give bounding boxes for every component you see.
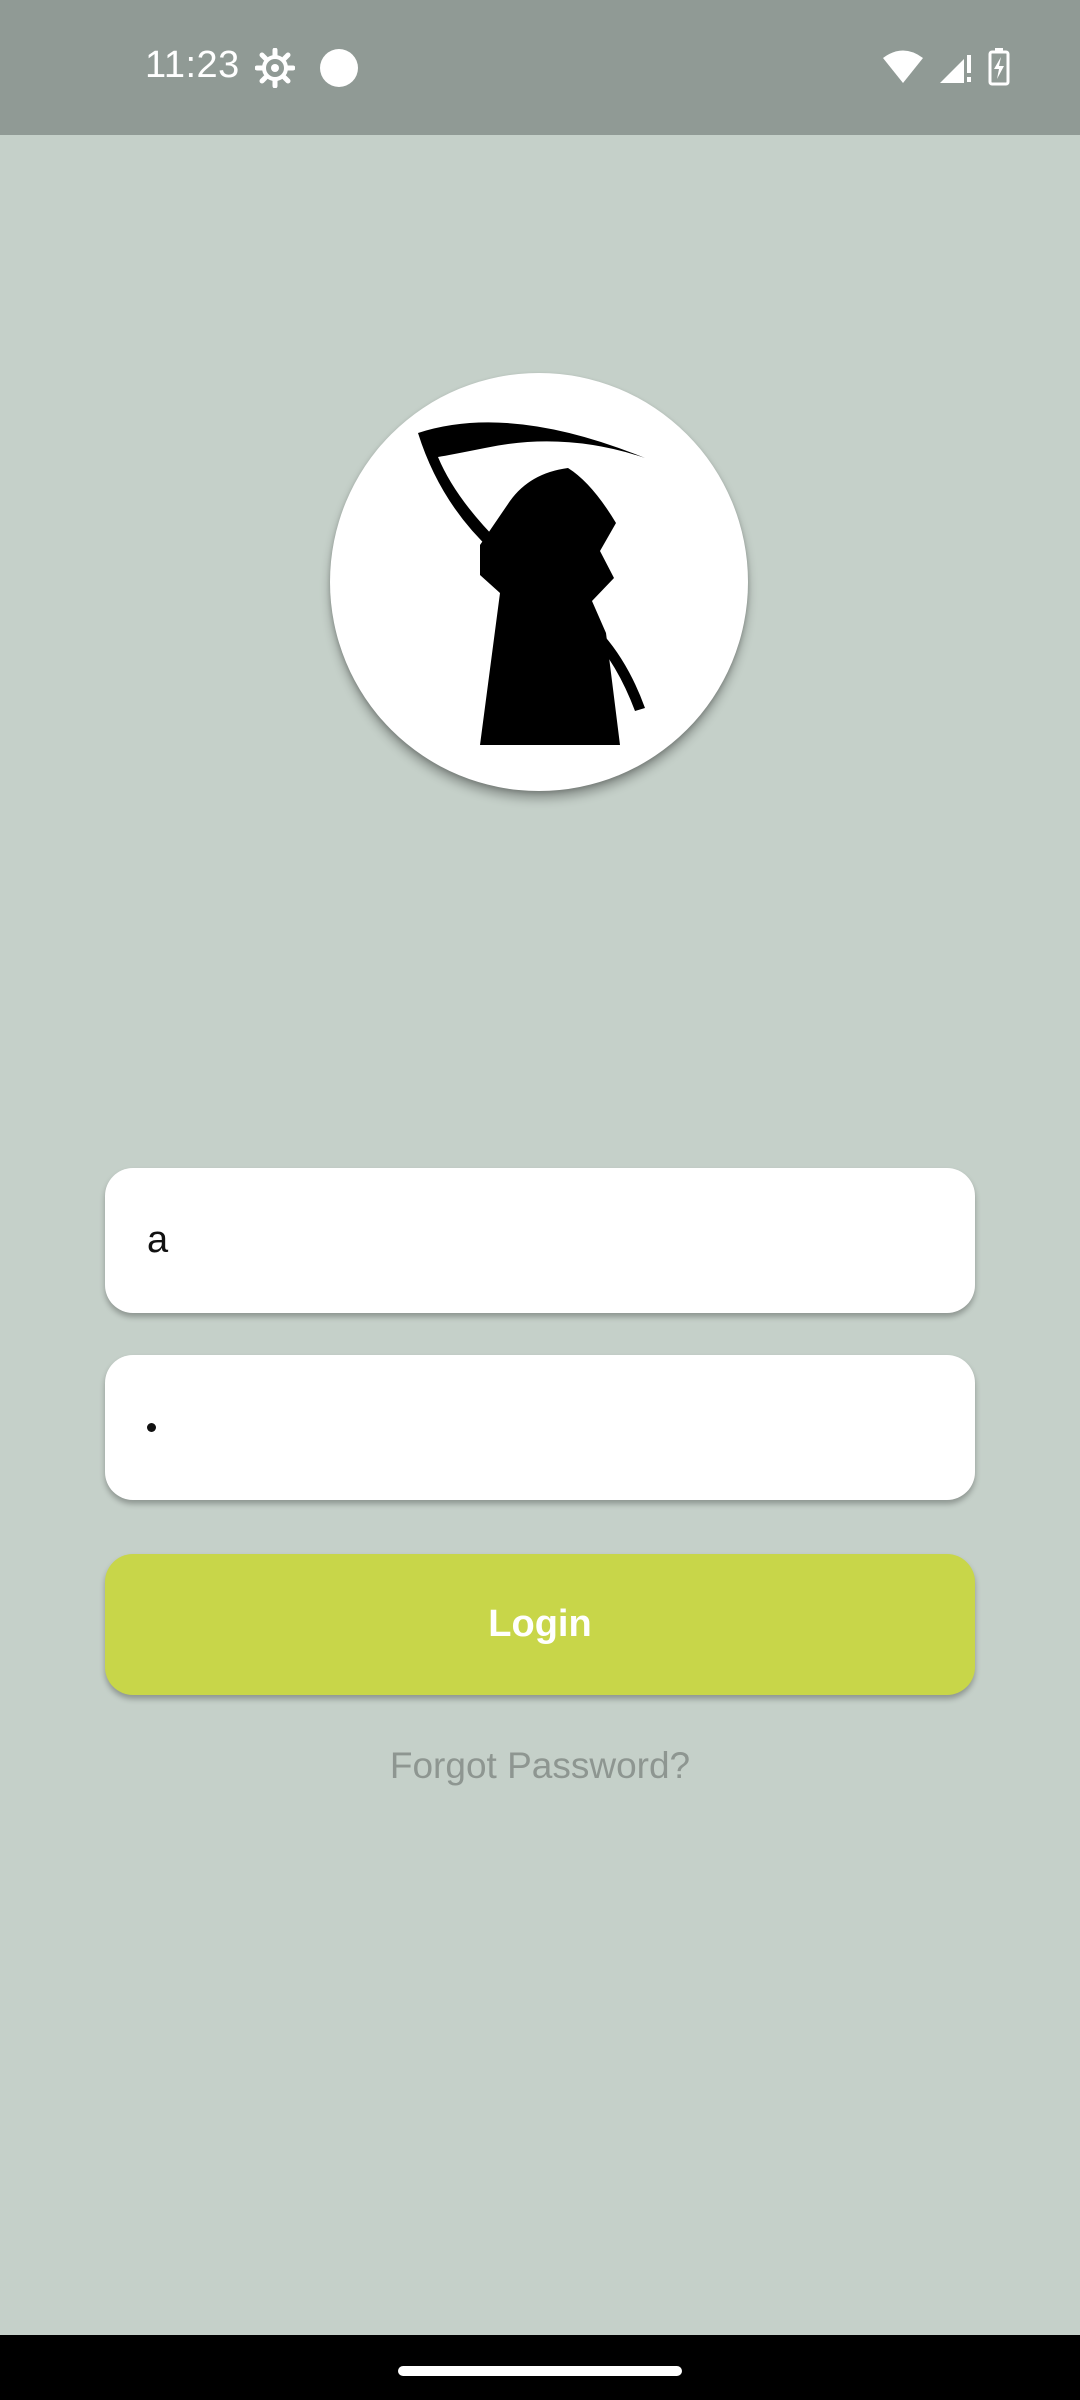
status-time: 11:23	[145, 44, 240, 86]
status-bar: 11:23	[0, 0, 1080, 135]
login-screen: 11:23 a Login Forgot Password?	[0, 0, 1080, 2400]
status-right-icons	[882, 48, 1010, 91]
wifi-icon	[882, 49, 924, 90]
battery-charging-icon	[988, 48, 1010, 91]
status-left-icons	[254, 47, 359, 93]
forgot-password-link[interactable]: Forgot Password?	[0, 1745, 1080, 1787]
home-indicator[interactable]	[398, 2366, 682, 2376]
password-field[interactable]	[105, 1355, 975, 1500]
notification-dot-icon	[319, 48, 359, 93]
navigation-bar	[0, 2335, 1080, 2400]
grim-reaper-logo	[330, 373, 748, 791]
username-input[interactable]	[147, 1219, 933, 1262]
username-field[interactable]	[105, 1168, 975, 1313]
settings-gear-icon	[254, 47, 296, 93]
password-mask-dot	[147, 1423, 156, 1432]
login-button[interactable]: Login	[105, 1554, 975, 1695]
cellular-no-signal-icon	[938, 49, 974, 90]
